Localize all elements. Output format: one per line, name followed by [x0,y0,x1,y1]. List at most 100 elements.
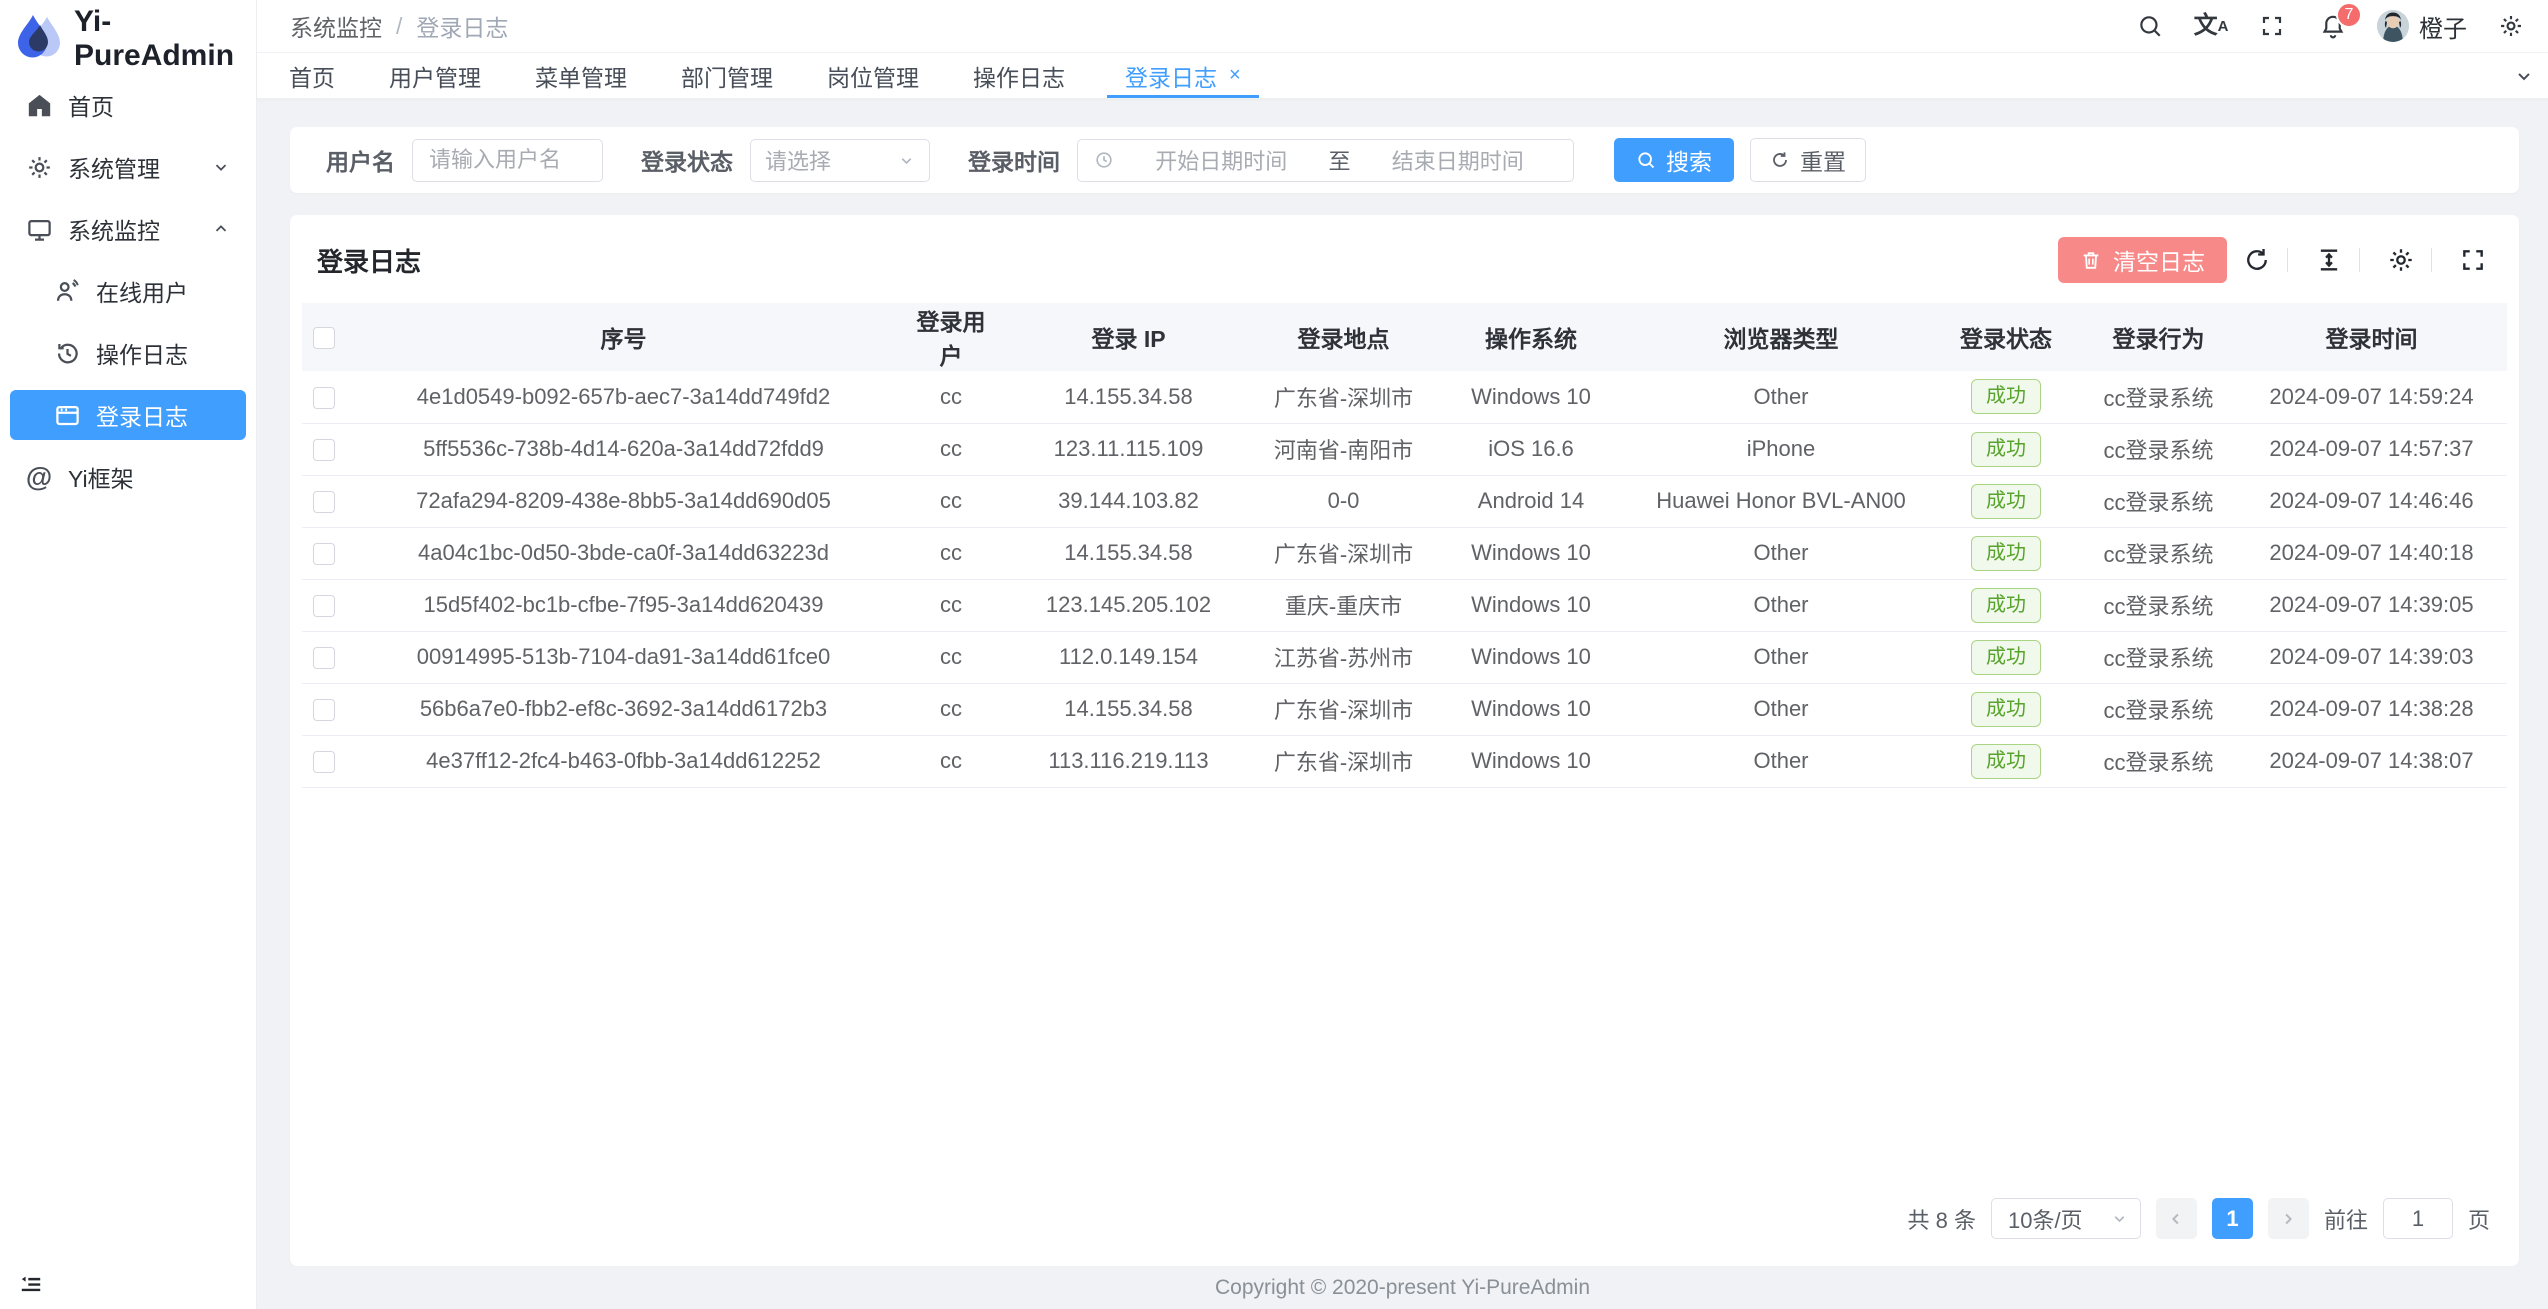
row-checkbox[interactable] [313,751,335,773]
table-cell: cc [901,735,1001,787]
collapse-menu-icon [18,1271,44,1297]
chevron-left-icon [2167,1210,2185,1228]
table-cell: 广东省-深圳市 [1256,735,1431,787]
card-header: 登录日志 清空日志 [290,215,2519,303]
tabs-more-chevron-icon[interactable] [2500,53,2548,98]
sidebar-item-online-users[interactable]: 在线用户 [10,266,246,316]
row-checkbox[interactable] [313,491,335,513]
tab-post-management[interactable]: 岗位管理 [823,53,923,98]
sidebar-collapse-button[interactable] [0,1259,256,1309]
density-icon[interactable] [2310,241,2348,279]
table-cell: cc登录系统 [2081,579,2236,631]
translate-icon[interactable]: 文A [2194,9,2228,43]
sidebar-item-label: 首页 [68,88,114,122]
sidebar-item-home[interactable]: 首页 [10,80,246,130]
next-page-button[interactable] [2268,1198,2309,1239]
row-checkbox[interactable] [313,699,335,721]
goto-page-input[interactable] [2383,1198,2453,1239]
username-input[interactable] [413,147,602,173]
row-checkbox[interactable] [313,543,335,565]
tab-operation-log[interactable]: 操作日志 [969,53,1069,98]
table-cell: 14.155.34.58 [1001,527,1256,579]
sidebar-item-yi-framework[interactable]: @ Yi框架 [10,452,246,502]
row-checkbox[interactable] [313,595,335,617]
column-header: 浏览器类型 [1631,303,1931,371]
sidebar-item-label: Yi框架 [68,460,134,494]
gear-icon [24,152,54,182]
goto-label: 前往 [2324,1203,2368,1235]
reset-button[interactable]: 重置 [1750,138,1866,182]
row-checkbox[interactable] [313,647,335,669]
card-toolbar: 清空日志 [2058,237,2492,283]
user-menu[interactable]: 橙子 [2377,9,2467,44]
login-status-select[interactable]: 请选择 [750,139,930,182]
sidebar-item-label: 操作日志 [96,336,188,370]
tab-login-log[interactable]: 登录日志 × [1115,53,1251,98]
table-row: 4e37ff12-2fc4-b463-0fbb-3a14dd612252cc11… [302,735,2507,787]
logo[interactable]: Yi-PureAdmin [0,0,256,78]
sidebar-item-login-log[interactable]: 登录日志 [10,390,246,440]
main-area: 系统监控 / 登录日志 文A 7 [257,0,2548,1309]
table-cell: 2024-09-07 14:39:05 [2236,579,2507,631]
pagination: 共 8 条 10条/页 1 前往 页 [290,1198,2519,1266]
chevron-right-icon [2279,1210,2297,1228]
tab-user-management[interactable]: 用户管理 [385,53,485,98]
table-cell: 2024-09-07 14:39:03 [2236,631,2507,683]
status-badge: 成功 [1971,744,2041,779]
table-cell: Windows 10 [1431,579,1631,631]
breadcrumb-separator: / [396,13,402,40]
table-cell: 72afa294-8209-438e-8bb5-3a14dd690d05 [346,475,901,527]
row-select-cell [302,423,346,475]
sidebar-item-system-management[interactable]: 系统管理 [10,142,246,192]
avatar [2377,10,2409,42]
search-button[interactable]: 搜索 [1614,138,1734,182]
table-cell: 成功 [1931,475,2081,527]
current-page-button[interactable]: 1 [2212,1198,2253,1239]
fullscreen-icon[interactable] [2255,9,2289,43]
row-checkbox[interactable] [313,439,335,461]
tab-menu-management[interactable]: 菜单管理 [531,53,631,98]
settings-gear-icon[interactable] [2494,9,2528,43]
tab-close-icon[interactable]: × [1229,64,1241,87]
select-all-checkbox[interactable] [313,327,335,349]
status-badge: 成功 [1971,536,2041,571]
tab-department-management[interactable]: 部门管理 [677,53,777,98]
sidebar-item-label: 登录日志 [96,398,188,432]
breadcrumb-parent[interactable]: 系统监控 [290,9,382,43]
refresh-icon[interactable] [2238,241,2276,279]
table-fullscreen-icon[interactable] [2454,241,2492,279]
sidebar-item-system-monitor[interactable]: 系统监控 [10,204,246,254]
notification-bell-icon[interactable]: 7 [2316,9,2350,43]
login-log-card: 登录日志 清空日志 [290,215,2519,1266]
breadcrumb: 系统监控 / 登录日志 [290,9,508,43]
table-cell: cc登录系统 [2081,735,2236,787]
table-cell: Windows 10 [1431,735,1631,787]
sidebar-item-operation-log[interactable]: 操作日志 [10,328,246,378]
status-badge: 成功 [1971,379,2041,414]
column-settings-icon[interactable] [2382,241,2420,279]
table-cell: 成功 [1931,735,2081,787]
table-cell: iOS 16.6 [1431,423,1631,475]
login-log-table: 序号 登录用户 登录 IP 登录地点 操作系统 浏览器类型 登录状态 登录行为 … [302,303,2507,788]
sidebar-item-label: 系统管理 [68,150,160,184]
search-icon[interactable] [2133,9,2167,43]
login-time-range-picker[interactable]: 开始日期时间 至 结束日期时间 [1077,139,1574,182]
row-select-cell [302,579,346,631]
table-cell: 河南省-南阳市 [1256,423,1431,475]
pagination-total: 共 8 条 [1908,1203,1976,1235]
column-header: 登录行为 [2081,303,2236,371]
tab-home[interactable]: 首页 [285,53,339,98]
row-checkbox[interactable] [313,387,335,409]
row-select-cell [302,735,346,787]
username-label: 橙子 [2419,9,2467,44]
prev-page-button[interactable] [2156,1198,2197,1239]
toolbar-divider [2431,248,2432,272]
breadcrumb-current: 登录日志 [416,9,508,43]
table-cell: 2024-09-07 14:59:24 [2236,371,2507,423]
table-cell: 113.116.219.113 [1001,735,1256,787]
home-icon [24,90,54,120]
clear-log-button[interactable]: 清空日志 [2058,237,2227,283]
tabbar: 首页 用户管理 菜单管理 部门管理 岗位管理 操作日志 登录日志 × [257,53,2548,99]
sidebar-item-label: 系统监控 [68,212,160,246]
page-size-select[interactable]: 10条/页 [1991,1198,2141,1239]
